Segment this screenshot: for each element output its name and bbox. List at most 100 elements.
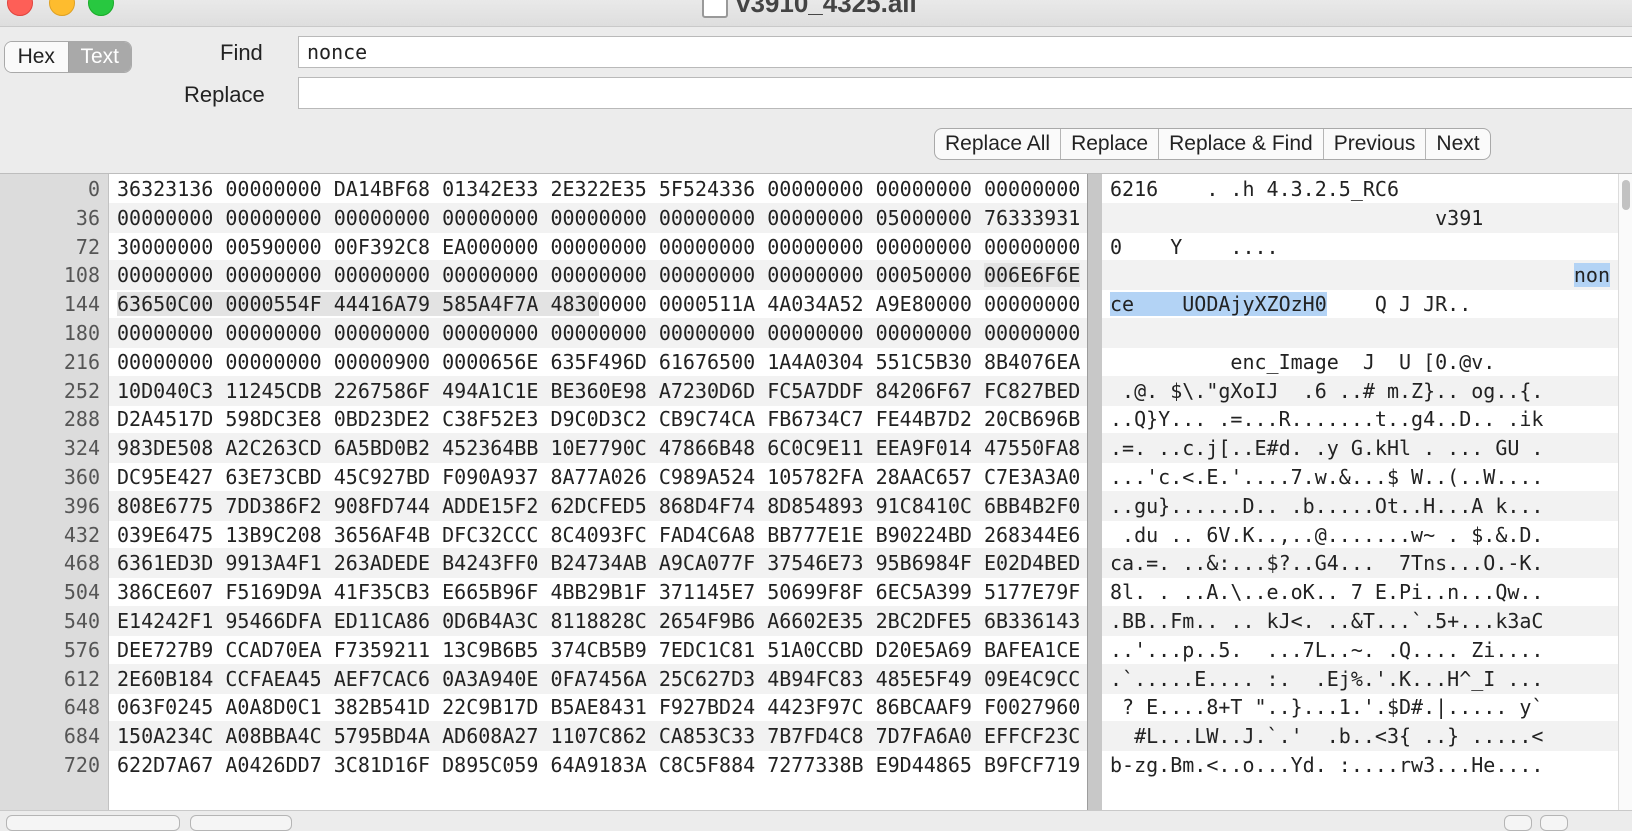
text-row[interactable]: ? E....8+T "..}...1.'.$D#.|..... y` (1110, 692, 1610, 722)
offset-label: 144 (63, 292, 100, 317)
minimize-window-button[interactable] (49, 0, 75, 16)
find-input[interactable] (298, 36, 1632, 68)
offset-label: 612 (63, 666, 100, 691)
text-row[interactable]: enc_Image J U [0.@v. (1110, 347, 1610, 377)
text-row[interactable]: ...'c.<.E.'....7.w.&...$ W..(..W.... (1110, 462, 1610, 492)
hex-row[interactable]: 039E6475 13B9C208 3656AF4B DFC32CCC 8C40… (117, 520, 1080, 550)
text-row[interactable]: ..gu}......D.. .b.....Ot..H...A k... (1110, 491, 1610, 521)
offset-label: 216 (63, 349, 100, 374)
replace-and-find-button[interactable]: Replace & Find (1158, 129, 1323, 159)
offset-label: 108 (63, 263, 100, 288)
find-label: Find (220, 40, 263, 65)
pane-splitter[interactable] (1087, 174, 1103, 810)
offset-label: 468 (63, 551, 100, 576)
zoom-window-button[interactable] (88, 0, 114, 16)
text-chars: Q J JR.. (1326, 292, 1472, 317)
hex-pane[interactable]: 36323136 00000000 DA14BF68 01342E33 2E32… (109, 174, 1087, 810)
replace-all-button[interactable]: Replace All (935, 129, 1060, 159)
vertical-scrollbar[interactable] (1618, 174, 1632, 810)
hex-row[interactable]: 2E60B184 CCFAEA45 AEF7CAC6 0A3A940E 0FA7… (117, 664, 1080, 694)
offset-label: 720 (63, 753, 100, 777)
replace-input[interactable] (298, 77, 1632, 109)
hex-row[interactable]: DEE727B9 CCAD70EA F7359211 13C9B6B5 374C… (117, 635, 1080, 665)
offset-label: 540 (63, 609, 100, 633)
editor-content: 0 36 72 108 144 180 216 252 288 324 360 396 432 468 50… (0, 174, 1632, 810)
status-field-left[interactable] (6, 815, 180, 831)
text-row[interactable]: .`.....E.... :. .Ej%.'.K...H^_I ... (1110, 664, 1610, 694)
offset-label: 648 (63, 695, 100, 720)
previous-button[interactable]: Previous (1322, 129, 1426, 159)
hex-row[interactable]: 150A234C A08BBA4C 5795BD4A AD608A27 1107… (117, 721, 1080, 751)
text-row[interactable]: non (1110, 260, 1610, 290)
offset-label: 180 (63, 321, 100, 345)
text-row[interactable]: ..Q}Y... .=...R.......t..g4..D.. .ik (1110, 404, 1610, 434)
text-match-highlight: ce UODAjyXZOzH0 (1110, 292, 1327, 317)
hex-row[interactable]: DC95E427 63E73CBD 45C927BD F090A937 8A77… (117, 462, 1080, 492)
text-row[interactable]: .=. ..c.j[..E#d. .y G.kHl . ... GU . (1110, 433, 1610, 463)
hex-row[interactable]: 10D040C3 11245CDB 2267586F 494A1C1E BE36… (117, 376, 1080, 406)
text-mode-button[interactable]: Text (67, 42, 131, 72)
hex-row[interactable]: 36323136 00000000 DA14BF68 01342E33 2E32… (117, 174, 1080, 204)
hex-row[interactable]: E14242F1 95466DFA ED11CA86 0D6B4A3C 8118… (117, 606, 1080, 636)
offset-label: 324 (63, 436, 100, 461)
text-row[interactable]: 0 Y .... (1110, 232, 1610, 262)
close-window-button[interactable] (7, 0, 33, 16)
offset-label: 0 (87, 177, 100, 201)
hex-row[interactable]: 622D7A67 A0426DD7 3C81D16F D895C059 64A9… (117, 750, 1080, 780)
offset-label: 396 (63, 493, 100, 518)
text-match-highlight: non (1573, 263, 1610, 288)
status-button-b[interactable] (1540, 815, 1568, 831)
text-row[interactable]: .du .. 6V.K..,..@.......w~ . $.&.D. (1110, 520, 1610, 550)
hex-row[interactable]: 63650C00 0000554F 44416A79 585A4F7A 4830… (117, 289, 1080, 319)
text-row[interactable]: b-zg.Bm.<..o...Yd. :....rw3...He.... (1110, 750, 1610, 780)
find-replace-toolbar: Hex Text Find Replace Replace All Replac… (0, 27, 1632, 174)
offset-label: 576 (63, 637, 100, 662)
offset-gutter: 0 36 72 108 144 180 216 252 288 324 360 396 432 468 50… (0, 174, 109, 810)
offset-label: 360 (63, 465, 100, 489)
hex-row[interactable]: 00000000 00000000 00000000 00000000 0000… (117, 260, 1081, 290)
hex-row[interactable]: D2A4517D 598DC3E8 0BD23DE2 C38F52E3 D9C0… (117, 404, 1080, 434)
hex-row[interactable]: 983DE508 A2C263CD 6A5BD0B2 452364BB 10E7… (117, 433, 1080, 463)
offset-label: 252 (63, 378, 100, 403)
hex-match-highlight: 006E6F6E (983, 263, 1081, 288)
text-row[interactable]: .@. $\."gXoIJ .6 ..# m.Z}.. og..{. (1110, 376, 1610, 406)
text-row[interactable]: ce UODAjyXZOzH0 Q J JR.. (1110, 289, 1610, 319)
text-row[interactable]: .BB..Fm.. .. kJ<. ..&T...`.5+...k3aC (1110, 606, 1610, 636)
hex-row[interactable]: 00000000 00000000 00000000 00000000 0000… (117, 203, 1080, 233)
hex-row[interactable]: 6361ED3D 9913A4F1 263ADEDE B4243FF0 B247… (117, 548, 1080, 578)
hex-row[interactable]: 808E6775 7DD386F2 908FD744 ADDE15F2 62DC… (117, 491, 1080, 521)
scrollbar-thumb[interactable] (1622, 180, 1630, 210)
window-title: v3910_4325.ali (736, 0, 917, 18)
hex-bytes: 00000000 00000000 00000000 00000000 0000… (117, 263, 984, 288)
text-row[interactable]: v391 (1110, 203, 1610, 233)
hex-row[interactable]: 00000000 00000000 00000900 0000656E 635F… (117, 347, 1080, 377)
hex-row[interactable]: 00000000 00000000 00000000 00000000 0000… (117, 318, 1080, 348)
document-icon (702, 0, 728, 18)
offset-label: 288 (63, 407, 100, 432)
offset-label: 504 (63, 580, 100, 605)
hex-bytes: 0000 0000511A 4A034A52 A9E80000 00000000 (598, 292, 1081, 317)
text-row[interactable]: ca.=. ..&:...$?..G4... 7Tns...O.-K. (1110, 548, 1610, 578)
replace-label: Replace (184, 82, 265, 107)
next-button[interactable]: Next (1425, 129, 1489, 159)
text-row[interactable]: ..'...p..5. ...7L..~. .Q.... Zi.... (1110, 635, 1610, 665)
hex-mode-button[interactable]: Hex (5, 42, 68, 72)
status-button-a[interactable] (1504, 815, 1532, 831)
text-pane[interactable]: 6216 . .h 4.3.2.5_RC6 v391 0 Y .... non ce … (1102, 174, 1618, 810)
text-row[interactable] (1110, 318, 1610, 348)
status-bar (0, 810, 1632, 831)
title-bar: v3910_4325.ali (0, 0, 1632, 27)
offset-label: 432 (63, 522, 100, 547)
replace-button[interactable]: Replace (1060, 129, 1158, 159)
hex-text-toggle: Hex Text (4, 41, 132, 73)
hex-row[interactable]: 386CE607 F5169D9A 41F35CB3 E665B96F 4BB2… (117, 577, 1080, 607)
text-row[interactable]: 8l. . ..A.\..e.oK.. 7 E.Pi..n...Qw.. (1110, 577, 1610, 607)
hex-row[interactable]: 063F0245 A0A8D0C1 382B541D 22C9B17D B5AE… (117, 692, 1080, 722)
hex-match-highlight: 63650C00 0000554F 44416A79 585A4F7A 4830 (117, 292, 599, 317)
text-row[interactable]: 6216 . .h 4.3.2.5_RC6 (1110, 174, 1610, 204)
text-row[interactable]: #L...LW..J.`.' .b..<3{ ..} .....< (1110, 721, 1610, 751)
offset-label: 72 (75, 234, 100, 259)
status-field-right[interactable] (190, 815, 292, 831)
find-replace-buttons: Replace All Replace Replace & Find Previ… (934, 128, 1491, 160)
hex-row[interactable]: 30000000 00590000 00F392C8 EA000000 0000… (117, 232, 1080, 262)
